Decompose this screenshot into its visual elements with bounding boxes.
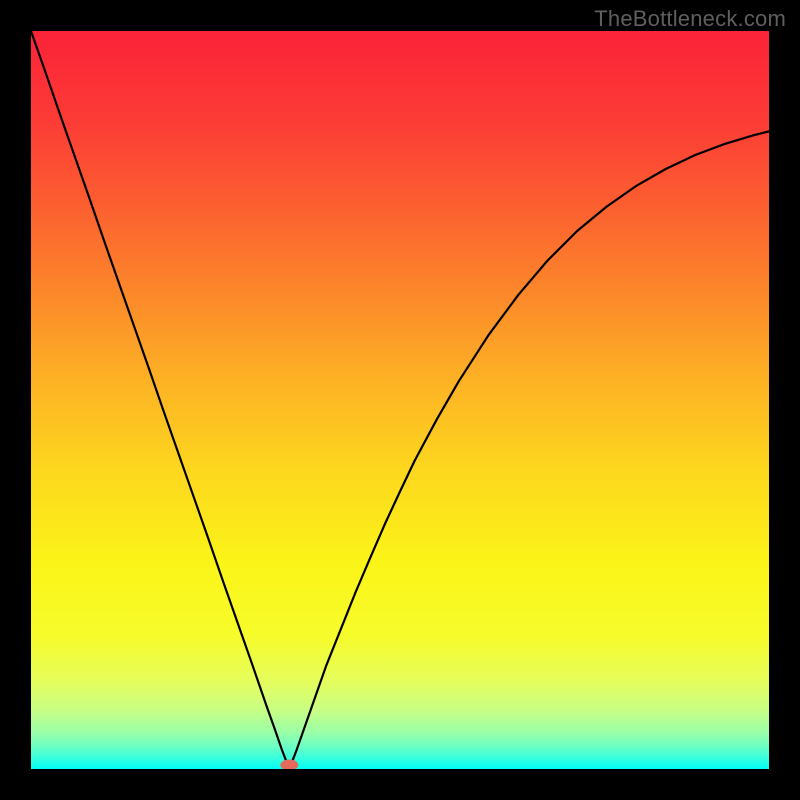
chart-frame — [31, 31, 769, 769]
gradient-background — [31, 31, 769, 769]
watermark-text: TheBottleneck.com — [594, 6, 786, 32]
bottleneck-chart — [31, 31, 769, 769]
